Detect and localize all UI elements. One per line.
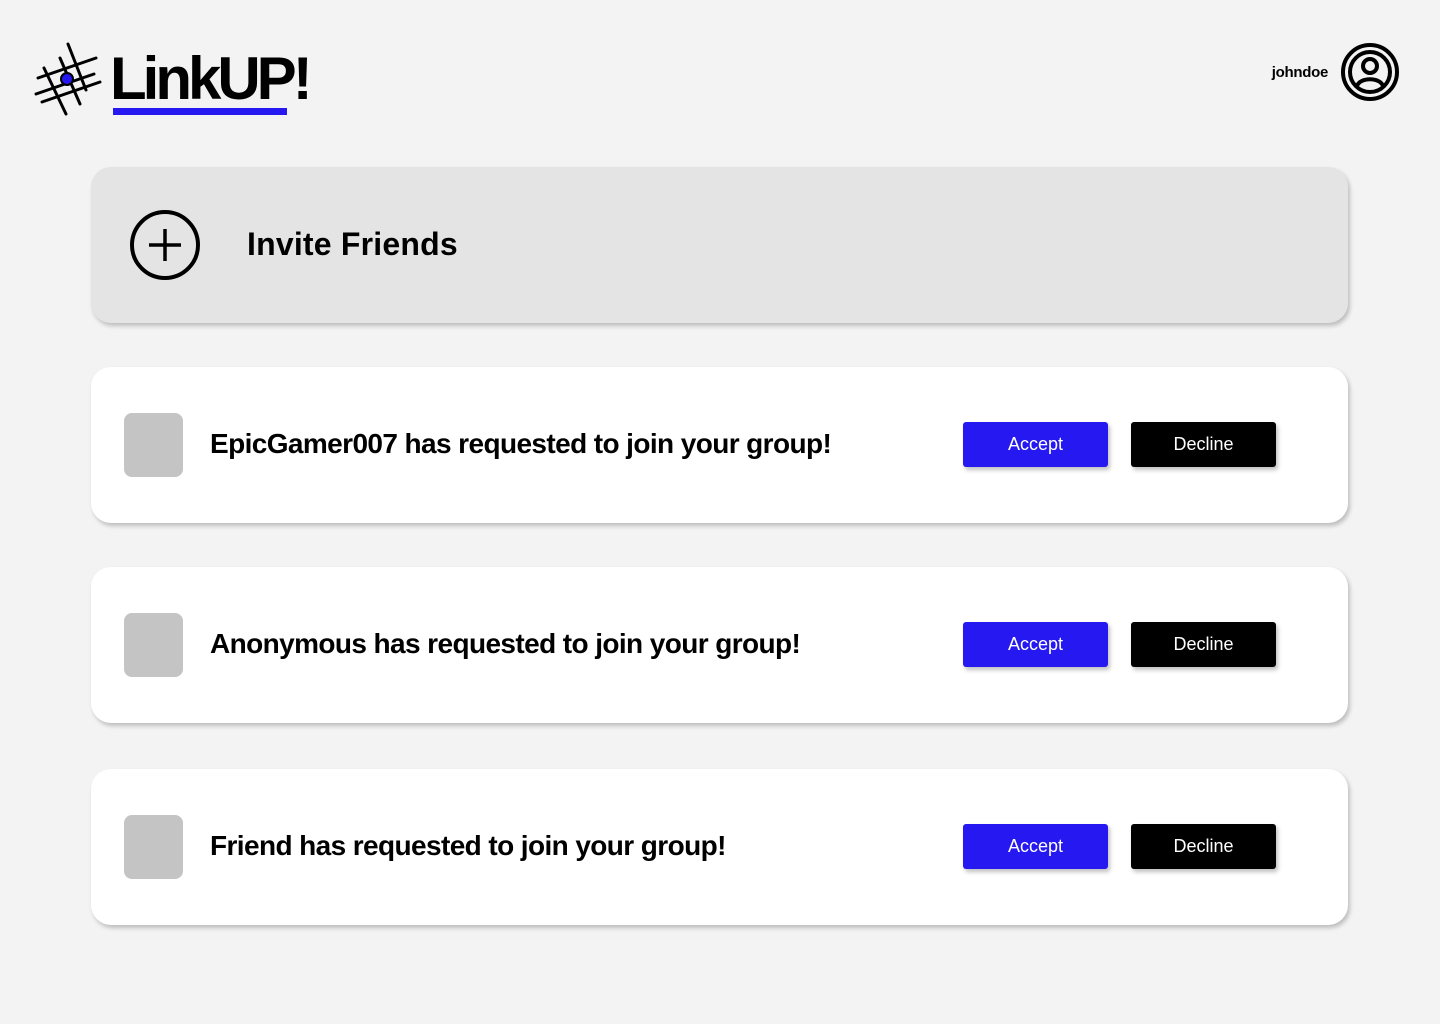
decline-button[interactable]: Decline xyxy=(1131,422,1276,467)
invite-friends-label: Invite Friends xyxy=(247,226,458,262)
invite-friends-button[interactable]: Invite Friends xyxy=(91,167,1348,323)
brand-name[interactable]: LinkUP! xyxy=(110,44,313,114)
user-circle-icon[interactable] xyxy=(1340,42,1400,102)
join-request-card: EpicGamer007 has requested to join your … xyxy=(91,367,1348,523)
accept-button[interactable]: Accept xyxy=(963,622,1108,667)
avatar xyxy=(124,815,183,879)
avatar xyxy=(124,413,183,477)
accept-button[interactable]: Accept xyxy=(963,422,1108,467)
request-message: Anonymous has requested to join your gro… xyxy=(210,628,801,659)
decline-button[interactable]: Decline xyxy=(1131,824,1276,869)
accept-button[interactable]: Accept xyxy=(963,824,1108,869)
request-message: Friend has requested to join your group! xyxy=(210,830,726,861)
decline-button[interactable]: Decline xyxy=(1131,622,1276,667)
request-message: EpicGamer007 has requested to join your … xyxy=(210,428,832,459)
username-label: johndoe xyxy=(1271,64,1329,81)
linkup-logo-icon[interactable] xyxy=(34,42,102,116)
avatar xyxy=(124,613,183,677)
plus-circle-icon xyxy=(129,209,201,281)
join-request-card: Anonymous has requested to join your gro… xyxy=(91,567,1348,723)
page: LinkUP! johndoe Invite Friends EpicGamer… xyxy=(0,0,1440,1024)
brand-underline xyxy=(113,108,287,115)
join-request-card: Friend has requested to join your group!… xyxy=(91,769,1348,925)
